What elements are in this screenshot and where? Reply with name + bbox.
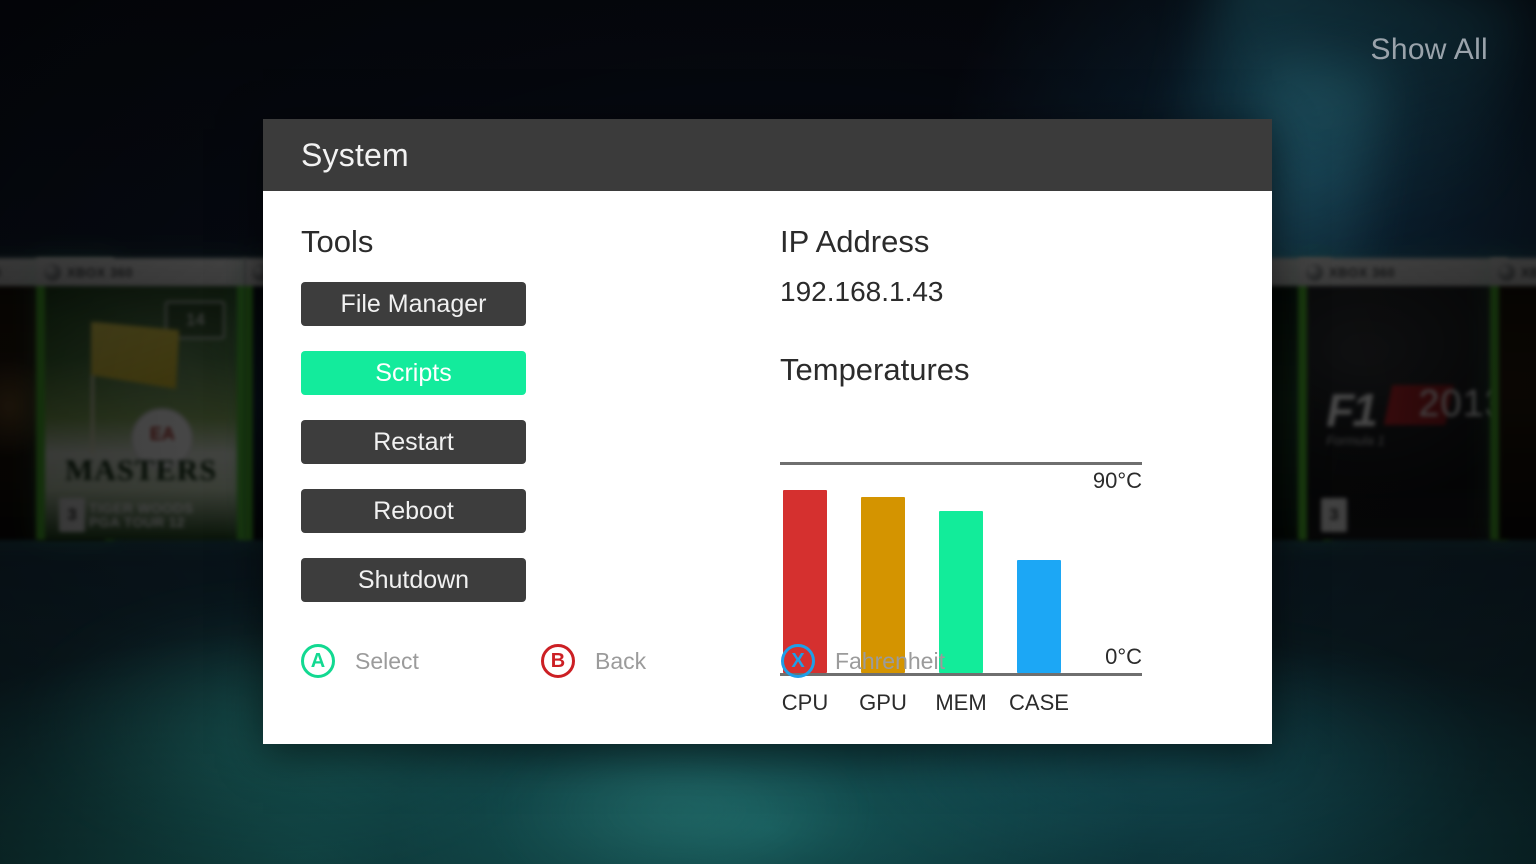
game-box-tile[interactable]: F1 2013 Formula 1 3 XBOX 360 [1298,258,1508,540]
box-art-title: TIGER WOODS PGA TOUR 12 [89,499,194,531]
b-button-icon: B [541,644,575,678]
xbox-brand-label: XBOX 360 [67,264,134,280]
a-button-icon: A [301,644,335,678]
tool-button-file-manager[interactable]: File Manager [301,282,526,326]
hint-fahrenheit[interactable]: X Fahrenheit [781,644,945,678]
tools-section: Tools File Manager Scripts Restart Reboo… [301,224,721,627]
chart-bars: CPU GPU MEM CASE [782,465,1083,715]
tools-heading: Tools [301,224,374,259]
f1-wordmark: F1 [1326,383,1378,436]
xbox-orb-icon [1498,263,1515,281]
tool-button-reboot[interactable]: Reboot [301,489,526,533]
box-art [1499,286,1536,540]
golf-flag-icon [91,321,180,389]
hint-label-select: Select [355,647,419,674]
hint-select[interactable]: A Select [301,644,419,678]
tool-button-scripts[interactable]: Scripts [301,351,526,395]
box-art: 14 MASTERS 3 TIGER WOODS PGA TOUR 12 [45,286,237,540]
xbox-brand-label: XBOX 360 [1521,264,1536,280]
temperatures-heading: Temperatures [780,352,970,387]
xbox-orb-icon [1306,263,1323,281]
hint-label-fahrenheit: Fahrenheit [835,647,945,674]
hint-label-back: Back [595,647,647,674]
xbox-brand-label: XBOX 360 [1329,264,1396,280]
game-box-tile[interactable]: 14 MASTERS 3 TIGER WOODS PGA TOUR 12 XBO… [36,258,246,540]
tool-button-shutdown[interactable]: Shutdown [301,558,526,602]
dialog-body: Tools File Manager Scripts Restart Reboo… [263,191,1272,744]
box-spine-edge [244,258,253,540]
xbox-brand-bar: XBOX 360 [1298,258,1508,286]
age-rating-badge: 3 [59,498,85,532]
xbox-brand-label: XBOX 360 [0,265,1,280]
box-art-wordmark: MASTERS [64,453,218,487]
info-section: IP Address 192.168.1.43 Temperatures [780,224,1180,388]
xbox-brand-bar: XBOX 360 [1490,258,1536,286]
tool-button-restart[interactable]: Restart [301,420,526,464]
box-spine-edge [1298,258,1307,540]
box-spine-edge [36,258,45,540]
box-spine-edge [1490,258,1499,540]
age-rating-badge: 3 [1321,498,1347,532]
system-dialog: System Tools File Manager Scripts Restar… [263,119,1272,744]
button-hints: A Select B Back X Fahrenheit [301,644,1241,704]
xbox-orb-icon [44,263,61,281]
dialog-title: System [301,136,409,173]
game-box-tile[interactable]: XBOX 360 [1490,258,1536,540]
f1-subtitle: Formula 1 [1326,433,1385,449]
show-all-button[interactable]: Show All [1371,33,1488,67]
xbox-brand-bar: XBOX 360 [36,258,246,286]
box-art: F1 2013 Formula 1 3 [1307,286,1506,540]
x-button-icon: X [781,644,815,678]
dialog-header: System [263,119,1272,191]
chart-max-label: 90°C [1092,468,1142,493]
ip-address-value: 192.168.1.43 [780,276,944,307]
ip-address-heading: IP Address [780,224,930,259]
hint-back[interactable]: B Back [541,644,646,678]
